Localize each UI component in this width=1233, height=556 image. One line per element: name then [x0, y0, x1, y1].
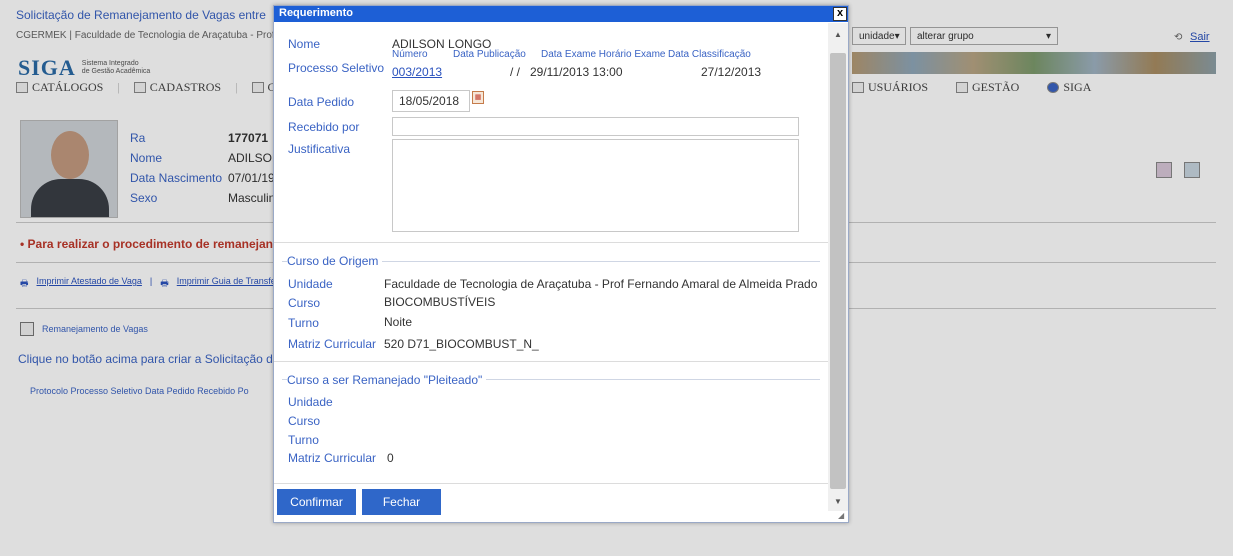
- section-divider: [274, 483, 828, 484]
- origem-turno-label: Turno: [288, 316, 319, 330]
- calendar-icon[interactable]: ▦: [472, 91, 484, 104]
- origem-matriz-value: 520 D71_BIOCOMBUST_N_: [384, 337, 539, 351]
- scroll-up-icon[interactable]: ▲: [828, 27, 848, 43]
- recebido-label: Recebido por: [288, 120, 360, 134]
- origem-curso-value: BIOCOMBUSTÍVEIS: [384, 295, 496, 309]
- pleiteado-turno-label: Turno: [288, 433, 319, 447]
- header-numero: Número: [392, 49, 428, 60]
- processo-numero-link[interactable]: 003/2013: [392, 65, 442, 79]
- nome-label: Nome: [288, 37, 321, 51]
- pleiteado-matriz-label: Matriz Curricular: [288, 451, 377, 465]
- header-data-publicacao: Data Publicação: [453, 49, 526, 60]
- data-pedido-label: Data Pedido: [288, 95, 355, 109]
- dialog-header: Requerimento: [274, 6, 848, 22]
- data-publicacao-value: / /: [510, 65, 521, 79]
- data-classificacao-value: 27/12/2013: [701, 65, 762, 79]
- header-data-classificacao: Data Classificação: [668, 49, 751, 60]
- pleiteado-matriz-value: 0: [387, 451, 394, 465]
- pleiteado-unidade-label: Unidade: [288, 395, 333, 409]
- close-button[interactable]: Fechar: [362, 489, 441, 515]
- origem-curso-label: Curso: [288, 296, 321, 310]
- origem-unidade-value: Faculdade de Tecnologia de Araçatuba - P…: [384, 277, 818, 291]
- data-exame-value: 29/11/2013 13:00: [530, 65, 623, 79]
- header-data-exame: Data Exame Horário Exame: [541, 49, 666, 60]
- dialog-scrollbar[interactable]: ▲ ▼: [828, 23, 848, 511]
- scroll-down-icon[interactable]: ▼: [828, 494, 848, 510]
- dialog-title: Requerimento: [279, 7, 353, 19]
- origem-turno-value: Noite: [384, 315, 413, 329]
- processo-label: Processo Seletivo: [288, 61, 385, 75]
- scroll-thumb[interactable]: [830, 53, 846, 489]
- dialog-body: Nome ADILSON LONGO Processo Seletivo Núm…: [274, 23, 828, 505]
- data-pedido-input[interactable]: [392, 90, 470, 112]
- pleiteado-legend: Curso a ser Remanejado "Pleiteado": [287, 373, 487, 387]
- origem-unidade-label: Unidade: [288, 277, 333, 291]
- section-divider: [274, 361, 828, 362]
- requerimento-dialog: Requerimento x Nome ADILSON LONGO Proces…: [273, 5, 849, 523]
- origem-matriz-label: Matriz Curricular: [288, 337, 377, 351]
- justificativa-label: Justificativa: [288, 142, 351, 156]
- justificativa-textarea[interactable]: [392, 139, 799, 232]
- resize-grip-icon[interactable]: ◢: [838, 512, 846, 520]
- origem-legend: Curso de Origem: [287, 254, 383, 268]
- close-icon[interactable]: x: [833, 7, 847, 21]
- section-divider: [274, 242, 828, 243]
- confirm-button[interactable]: Confirmar: [277, 489, 356, 515]
- pleiteado-curso-label: Curso: [288, 414, 321, 428]
- recebido-input[interactable]: [392, 117, 799, 136]
